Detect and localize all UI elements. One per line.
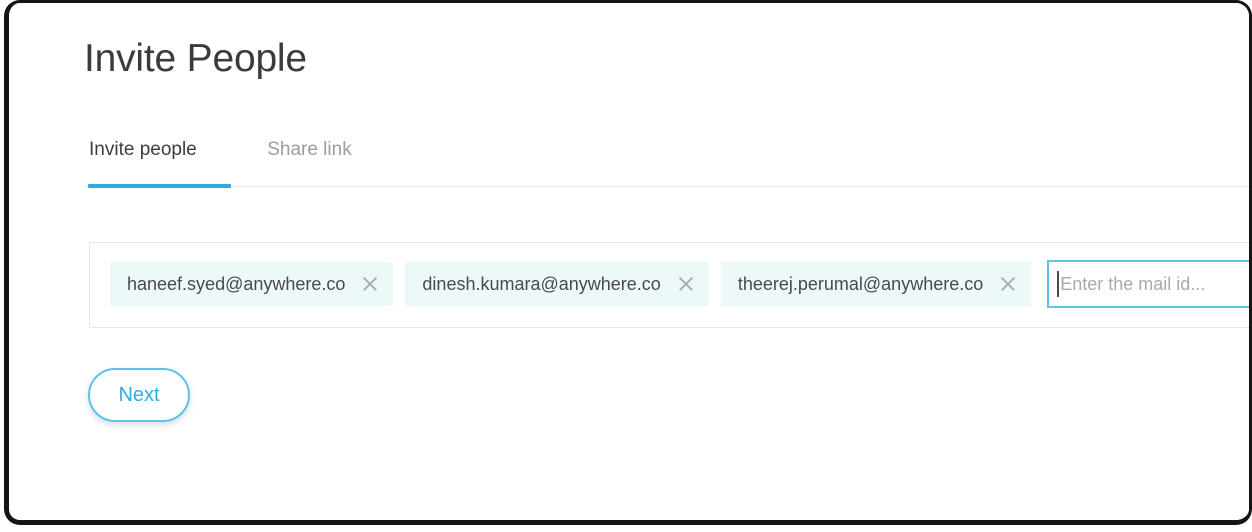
recipient-email: dinesh.kumara@anywhere.co	[422, 274, 661, 294]
page-title: Invite People	[84, 37, 307, 80]
recipient-chip[interactable]: dinesh.kumara@anywhere.co	[405, 262, 709, 306]
email-input[interactable]	[1060, 273, 1249, 295]
close-icon[interactable]	[361, 275, 379, 293]
text-caret	[1057, 271, 1060, 297]
recipient-chip[interactable]: haneef.syed@anywhere.co	[110, 262, 394, 306]
tab-bar: Invite people Share link	[85, 133, 1249, 187]
active-tab-indicator	[88, 184, 231, 188]
email-input-wrapper[interactable]	[1047, 260, 1249, 308]
close-icon[interactable]	[999, 275, 1017, 293]
invite-people-dialog: Invite People Invite people Share link h…	[9, 3, 1249, 520]
recipient-chip[interactable]: theerej.perumal@anywhere.co	[720, 262, 1032, 306]
tab-invite-people[interactable]: Invite people	[85, 140, 201, 175]
recipient-chip-list: haneef.syed@anywhere.co dinesh.kumara@an…	[110, 260, 1249, 308]
tab-bar-divider	[85, 186, 1249, 187]
recipient-email: theerej.perumal@anywhere.co	[737, 274, 984, 294]
recipient-email: haneef.syed@anywhere.co	[127, 274, 346, 294]
recipients-field[interactable]: haneef.syed@anywhere.co dinesh.kumara@an…	[89, 242, 1249, 328]
next-button[interactable]: Next	[88, 368, 190, 422]
app-window-frame: Invite People Invite people Share link h…	[4, 0, 1252, 525]
tab-share-link[interactable]: Share link	[263, 140, 356, 175]
close-icon[interactable]	[677, 275, 695, 293]
